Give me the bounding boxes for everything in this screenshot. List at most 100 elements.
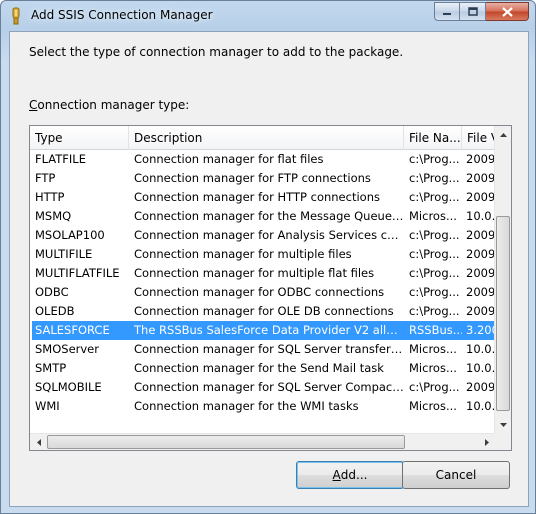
cell-file-version: 2009. (466, 152, 494, 166)
list-item[interactable]: MSMQ Connection manager for the Message Q… (32, 207, 494, 226)
list-item[interactable]: SMOServer Connection manager for SQL Serv… (32, 340, 494, 359)
cell-file-version: 10.0.0 (466, 209, 494, 223)
cell-description: Connection manager for multiple flat fil… (134, 266, 375, 280)
cell-file-version: 2009. (466, 266, 494, 280)
connection-manager-icon (12, 7, 20, 25)
list-item[interactable]: FLATFILE Connection manager for flat file… (32, 150, 494, 169)
list-item[interactable]: FTP Connection manager for FTP connection… (32, 169, 494, 188)
cell-file-name: c:\Prog... (409, 152, 460, 166)
connection-type-list[interactable]: Type Description File Na... File V FLATF… (29, 125, 512, 451)
close-button[interactable] (486, 2, 529, 21)
list-item[interactable]: SQLMOBILE Connection manager for SQL Serv… (32, 378, 494, 397)
cell-description: Connection manager for the WMI tasks (134, 399, 359, 413)
scroll-left-button[interactable] (30, 434, 47, 450)
minimize-button[interactable] (434, 2, 460, 21)
cell-file-version: 2009. (466, 228, 494, 242)
cell-file-version: 2009. (466, 190, 494, 204)
cell-type: SQLMOBILE (35, 380, 102, 394)
column-header-file-version[interactable]: File V (462, 126, 496, 150)
cell-file-name: c:\Prog... (409, 285, 460, 299)
cell-file-name: c:\Prog... (409, 228, 460, 242)
list-item[interactable]: MULTIFILE Connection manager for multiple… (32, 245, 494, 264)
list-item[interactable]: ODBC Connection manager for ODBC connecti… (32, 283, 494, 302)
list-item[interactable]: MULTIFLATFILE Connection manager for mult… (32, 264, 494, 283)
add-button-rest: dd... (340, 468, 368, 482)
cell-description: Connection manager for Analysis Services… (134, 228, 404, 242)
window-title: Add SSIS Connection Manager (31, 8, 213, 22)
scrollbar-corner (494, 433, 511, 450)
vertical-scrollbar[interactable] (494, 126, 511, 433)
maximize-icon (467, 7, 478, 16)
scroll-left-icon (36, 439, 41, 446)
cell-file-name: Micros... (409, 361, 457, 375)
caption-buttons (434, 2, 529, 21)
scroll-down-icon (499, 422, 507, 427)
column-header-description[interactable]: Description (129, 126, 404, 150)
cell-type: HTTP (35, 190, 65, 204)
dialog-window: Add SSIS Connection Manager Select the t… (0, 0, 536, 514)
scroll-down-button[interactable] (495, 416, 511, 433)
cell-description: Connection manager for the Message Queue… (134, 209, 404, 223)
cell-type: MULTIFILE (35, 247, 93, 261)
minimize-icon (443, 12, 451, 15)
cell-type: MULTIFLATFILE (35, 266, 120, 280)
cell-file-version: 2009. (466, 304, 494, 318)
column-header-file-name[interactable]: File Na... (404, 126, 462, 150)
cell-file-version: 2009. (466, 247, 494, 261)
list-item[interactable]: SALESFORCE The RSSBus SalesForce Data Pro… (32, 321, 494, 340)
scroll-up-button[interactable] (495, 126, 511, 143)
cell-type: MSOLAP100 (35, 228, 105, 242)
close-icon (501, 6, 513, 17)
dialog-body: Select the type of connection manager to… (9, 31, 529, 507)
cell-type: WMI (35, 399, 60, 413)
cell-description: Connection manager for FTP connections (134, 171, 371, 185)
horizontal-scrollbar[interactable] (30, 433, 495, 450)
cell-file-version: 3.200 (466, 323, 494, 337)
cell-description: Connection manager for multiple files (134, 247, 352, 261)
cell-file-version: 10.0.0 (466, 342, 494, 356)
scroll-up-icon (499, 132, 507, 137)
cell-file-name: RSSBus... (409, 323, 462, 337)
cell-type: FTP (35, 171, 56, 185)
cell-type: SMOServer (35, 342, 99, 356)
cell-type: MSMQ (35, 209, 72, 223)
cell-type: SALESFORCE (35, 323, 110, 337)
cell-file-version: 2009. (466, 380, 494, 394)
connection-type-label: Connection manager type: (29, 98, 189, 112)
list-header: Type Description File Na... File V (30, 126, 496, 150)
horizontal-scroll-thumb[interactable] (47, 435, 405, 449)
title-bar[interactable]: Add SSIS Connection Manager (1, 1, 535, 31)
add-access-key: A (332, 468, 341, 482)
cell-file-name: c:\Prog... (409, 190, 460, 204)
cell-type: FLATFILE (35, 152, 86, 166)
cell-type: ODBC (35, 285, 69, 299)
cancel-button[interactable]: Cancel (402, 461, 510, 489)
add-button[interactable]: Add... (296, 461, 404, 489)
cell-file-name: c:\Prog... (409, 380, 460, 394)
cell-description: Connection manager for flat files (134, 152, 324, 166)
cell-description: Connection manager for the Send Mail tas… (134, 361, 384, 375)
cell-description: Connection manager for SQL Server transf… (134, 342, 404, 356)
cell-file-version: 2009. (466, 285, 494, 299)
cell-description: Connection manager for HTTP connections (134, 190, 380, 204)
cell-file-name: Micros... (409, 399, 457, 413)
cell-file-name: c:\Prog... (409, 247, 460, 261)
list-item[interactable]: SMTP Connection manager for the Send Mail… (32, 359, 494, 378)
list-item[interactable]: WMI Connection manager for the WMI tasks M… (32, 397, 494, 416)
cell-type: SMTP (35, 361, 67, 375)
cell-file-name: c:\Prog... (409, 171, 460, 185)
cell-file-name: c:\Prog... (409, 304, 460, 318)
cell-description: Connection manager for ODBC connections (134, 285, 385, 299)
cell-file-version: 10.0.0 (466, 399, 494, 413)
maximize-button[interactable] (460, 2, 486, 21)
vertical-scroll-thumb[interactable] (496, 216, 510, 411)
label-rest: onnection manager type: (37, 98, 190, 112)
scroll-right-button[interactable] (478, 434, 495, 450)
list-item[interactable]: HTTP Connection manager for HTTP connecti… (32, 188, 494, 207)
cell-file-version: 2009. (466, 171, 494, 185)
list-rows: FLATFILE Connection manager for flat file… (30, 150, 496, 416)
list-item[interactable]: MSOLAP100 Connection manager for Analysis… (32, 226, 494, 245)
list-item[interactable]: OLEDB Connection manager for OLE DB conne… (32, 302, 494, 321)
cell-file-name: Micros... (409, 342, 457, 356)
column-header-type[interactable]: Type (30, 126, 129, 150)
